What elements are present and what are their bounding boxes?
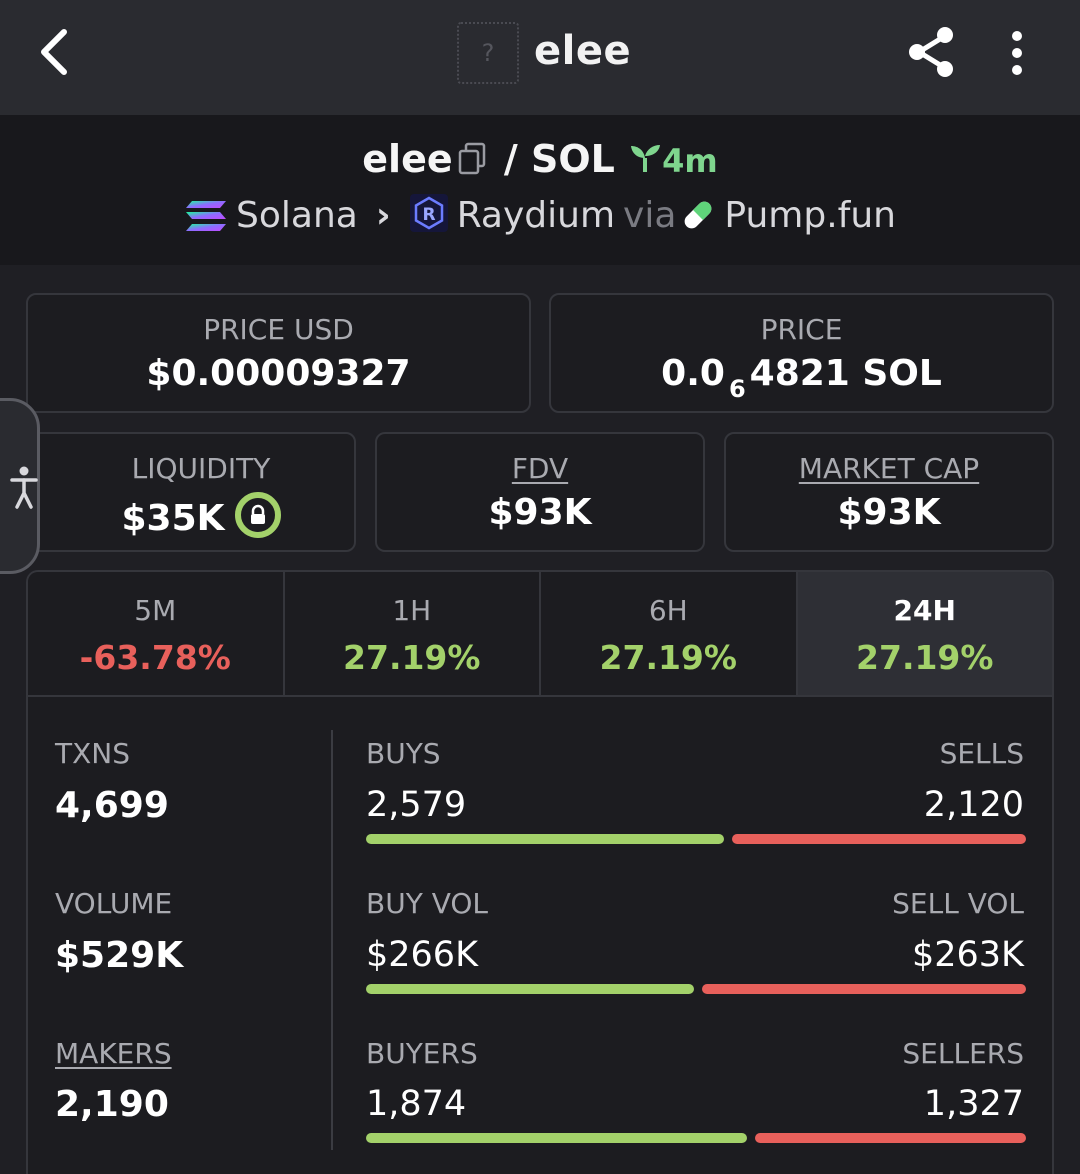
tab-6h[interactable]: 6H 27.19%: [541, 572, 798, 695]
fdv-label[interactable]: FDV: [377, 452, 703, 485]
liquidity-value: $35K: [28, 492, 354, 539]
sellers-label: SELLERS: [902, 1037, 1024, 1070]
tab-label: 24H: [893, 594, 956, 627]
tab-label: 1H: [392, 594, 432, 627]
chevron-right-icon: ›: [375, 195, 391, 236]
market-cap-value: $93K: [837, 492, 941, 533]
pair-age: 4m: [662, 142, 718, 180]
launchpad-name[interactable]: Pump.fun: [724, 195, 896, 236]
tab-change: 27.19%: [856, 638, 994, 677]
tab-label: 6H: [648, 594, 688, 627]
sell-vol-bar: [702, 984, 1026, 994]
makers-label[interactable]: MAKERS: [55, 1037, 172, 1070]
tab-5m[interactable]: 5M -63.78%: [28, 572, 285, 695]
stats-panel: TXNS 4,699 VOLUME $529K MAKERS 2,190 BUY…: [26, 695, 1054, 1174]
tab-change: -63.78%: [79, 638, 231, 677]
market-cap-card[interactable]: MARKET CAP $93K: [724, 432, 1054, 552]
pair-line: elee / SOL 4m: [0, 137, 1080, 181]
dex-name[interactable]: Raydium: [457, 195, 615, 236]
price-usd-label: PRICE USD: [203, 313, 354, 346]
pill-icon: [685, 201, 712, 229]
stats-divider: [331, 730, 333, 1150]
chain-line: Solana › R Raydium via Pump.fun: [0, 193, 1080, 236]
token-image-placeholder: ?: [457, 22, 519, 84]
sellers-bar: [755, 1133, 1026, 1143]
sells-label: SELLS: [939, 737, 1024, 770]
price-usd-value: $0.00009327: [146, 353, 411, 394]
volume-label: VOLUME: [55, 887, 173, 920]
liquidity-label: LIQUIDITY: [131, 452, 271, 485]
sell-vol-label: SELL VOL: [892, 887, 1024, 920]
sells-bar: [732, 834, 1026, 844]
accessibility-icon: [10, 466, 38, 509]
lock-icon[interactable]: [234, 492, 281, 538]
sells-value: 2,120: [923, 785, 1024, 825]
more-options-icon[interactable]: [1003, 28, 1031, 78]
buys-label: BUYS: [366, 737, 441, 770]
buys-bar: [366, 834, 724, 844]
pair-header: elee / SOL 4m Solana › R Raydium via Pump.…: [0, 115, 1080, 265]
buyers-bar: [366, 1133, 747, 1143]
accessibility-handle[interactable]: [0, 398, 40, 574]
tab-change: 27.19%: [343, 638, 481, 677]
top-bar: ? elee: [0, 0, 1080, 115]
raydium-icon: R: [409, 194, 448, 232]
buys-value: 2,579: [366, 785, 467, 825]
base-token-symbol: elee: [362, 137, 453, 181]
solana-icon: [186, 201, 227, 231]
price-sol-card: PRICE 0.0 6 4821 SOL: [549, 293, 1054, 413]
volume-value: $529K: [55, 935, 184, 976]
buyers-label: BUYERS: [366, 1037, 478, 1070]
fdv-value: $93K: [488, 492, 592, 533]
txns-label: TXNS: [55, 737, 131, 770]
tab-24h[interactable]: 24H 27.19%: [797, 572, 1052, 695]
tab-change: 27.19%: [599, 638, 737, 677]
svg-text:R: R: [422, 205, 435, 225]
buy-vol-value: $266K: [366, 935, 479, 975]
share-icon[interactable]: [905, 24, 957, 80]
tab-label: 5M: [134, 594, 177, 627]
sprout-icon: [631, 145, 661, 172]
sellers-value: 1,327: [923, 1084, 1024, 1124]
quote-token-symbol: / SOL: [503, 137, 615, 181]
back-arrow-icon[interactable]: [30, 22, 80, 82]
liquidity-card: LIQUIDITY $35K: [26, 432, 356, 552]
market-cap-label[interactable]: MARKET CAP: [726, 452, 1052, 485]
price-sol-label: PRICE: [760, 313, 843, 346]
makers-value: 2,190: [55, 1084, 169, 1125]
sell-vol-value: $263K: [911, 935, 1024, 975]
via-label: via: [623, 195, 677, 236]
fdv-card[interactable]: FDV $93K: [375, 432, 705, 552]
price-sol-value: 0.0 6 4821 SOL: [661, 353, 942, 403]
tab-1h[interactable]: 1H 27.19%: [284, 572, 541, 695]
timeframe-tabs: 5M -63.78% 1H 27.19% 6H 27.19% 24H 27.19…: [26, 570, 1054, 695]
buy-vol-label: BUY VOL: [366, 887, 489, 920]
page-title: elee: [534, 28, 632, 74]
price-usd-card: PRICE USD $0.00009327: [26, 293, 531, 413]
chain-name[interactable]: Solana: [236, 195, 358, 236]
zero-count-subscript: 6: [728, 375, 746, 403]
buyers-value: 1,874: [366, 1084, 467, 1124]
copy-icon[interactable]: [457, 142, 487, 176]
txns-value: 4,699: [55, 785, 169, 826]
buy-vol-bar: [366, 984, 694, 994]
